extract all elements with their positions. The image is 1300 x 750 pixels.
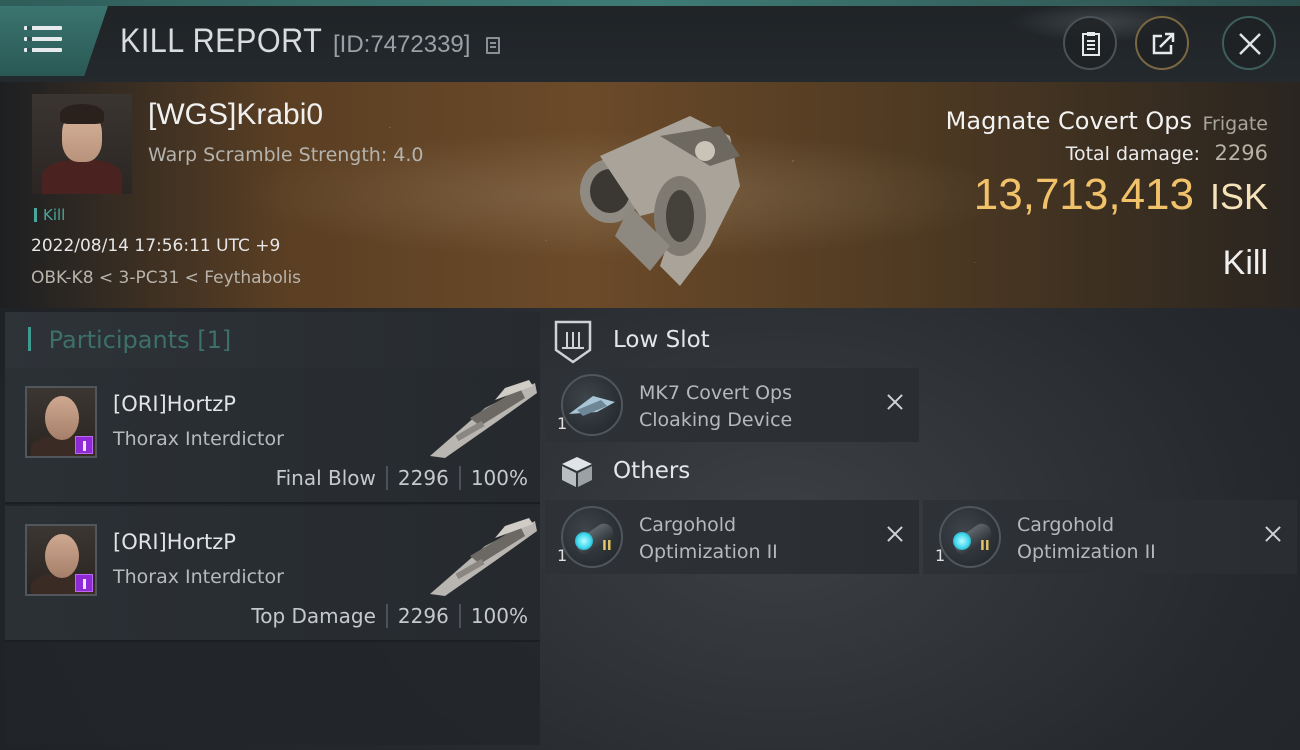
close-icon[interactable] [883, 522, 907, 546]
module-name: Cargohold Optimization II [1017, 512, 1237, 566]
divider [458, 604, 461, 628]
clipboard-icon [1082, 32, 1100, 56]
module-name: Cargohold Optimization II [639, 512, 859, 566]
isk-unit: ISK [1209, 176, 1268, 217]
menu-icon[interactable] [24, 24, 64, 56]
page-title: KILL REPORT [120, 22, 323, 60]
share-button[interactable] [1135, 16, 1189, 70]
low-slot-title: Low Slot [613, 327, 710, 353]
tech-tier-badge: II [980, 539, 990, 554]
participants-count: [1] [197, 326, 232, 354]
participant-name[interactable]: [ORI]HortzP [113, 530, 236, 554]
module-name-line2: Cloaking Device [639, 409, 793, 431]
module-name-line2: Optimization II [1017, 541, 1156, 563]
module-name: MK7 Covert Ops Cloaking Device [639, 380, 859, 434]
cargohold-optimization-icon [939, 506, 1001, 568]
copy-icon[interactable] [486, 37, 500, 54]
isk-value: 13,713,413 [973, 170, 1194, 219]
ship-class: Frigate [1202, 113, 1268, 135]
tech-tier-badge: II [602, 539, 612, 554]
low-slot-icon [554, 320, 592, 364]
module-item[interactable]: II 1 Cargohold Optimization II [923, 500, 1297, 574]
participant-ship: Thorax Interdictor [113, 566, 284, 588]
close-icon[interactable] [1261, 522, 1285, 546]
participant-name[interactable]: [ORI]HortzP [113, 392, 236, 416]
close-icon [1239, 33, 1261, 55]
info-badge-icon [75, 574, 93, 592]
ship-name[interactable]: Magnate Covert Ops [946, 107, 1192, 135]
kill-location[interactable]: OBK-K8 < 3-PC31 < Feythabolis [31, 268, 301, 288]
participant-damage: 2296 [397, 466, 449, 490]
victim-portrait[interactable] [32, 94, 132, 194]
participant-portrait[interactable] [25, 386, 97, 458]
participant-ship-image[interactable] [425, 516, 540, 596]
kill-tag: Kill [34, 206, 65, 224]
others-title: Others [613, 458, 691, 484]
report-id: [ID:7472339] [333, 31, 471, 58]
info-badge-icon [75, 436, 93, 454]
module-name-line1: Cargohold [639, 514, 737, 536]
participant-role: Final Blow [275, 466, 376, 490]
participant-portrait[interactable] [25, 524, 97, 596]
cargo-box-icon [562, 457, 592, 487]
divider [385, 466, 388, 490]
participant-ship: Thorax Interdictor [113, 428, 284, 450]
kill-result: Kill [1222, 244, 1268, 282]
total-damage-label: Total damage: [1065, 143, 1200, 165]
participant-damage: 2296 [397, 604, 449, 628]
divider [458, 466, 461, 490]
participant-role: Top Damage [251, 604, 376, 628]
participant-stats: Top Damage 2296 100% [251, 604, 528, 628]
warp-scramble-strength: Warp Scramble Strength: 4.0 [148, 144, 424, 166]
participant-row[interactable]: [ORI]HortzP Thorax Interdictor Top Damag… [5, 506, 540, 642]
close-icon[interactable] [883, 390, 907, 414]
module-quantity: 1 [557, 414, 568, 433]
module-name-line2: Optimization II [639, 541, 778, 563]
module-quantity: 1 [557, 546, 568, 565]
module-name-line1: MK7 Covert Ops [639, 382, 793, 404]
participant-stats: Final Blow 2296 100% [276, 466, 528, 490]
module-name-line1: Cargohold [1017, 514, 1115, 536]
module-item[interactable]: 1 MK7 Covert Ops Cloaking Device [545, 368, 919, 442]
divider [385, 604, 388, 628]
participant-ship-image[interactable] [425, 378, 540, 458]
participant-percent: 100% [470, 604, 528, 628]
total-damage-value: 2296 [1214, 141, 1268, 165]
victim-ship-image[interactable] [540, 96, 760, 296]
module-item[interactable]: II 1 Cargohold Optimization II [545, 500, 919, 574]
participant-percent: 100% [470, 466, 528, 490]
participants-title: Participants [1] [28, 326, 232, 354]
share-icon [1152, 32, 1175, 55]
victim-name[interactable]: [WGS]Krabi0 [148, 98, 323, 132]
kill-datetime: 2022/08/14 17:56:11 UTC +9 [31, 236, 281, 256]
cloaking-device-icon [561, 374, 623, 436]
clipboard-button[interactable] [1063, 16, 1117, 70]
cargohold-optimization-icon [561, 506, 623, 568]
participants-title-label: Participants [48, 326, 190, 354]
module-quantity: 1 [935, 546, 946, 565]
participant-row[interactable]: [ORI]HortzP Thorax Interdictor Final Blo… [5, 368, 540, 504]
close-button[interactable] [1222, 16, 1276, 70]
